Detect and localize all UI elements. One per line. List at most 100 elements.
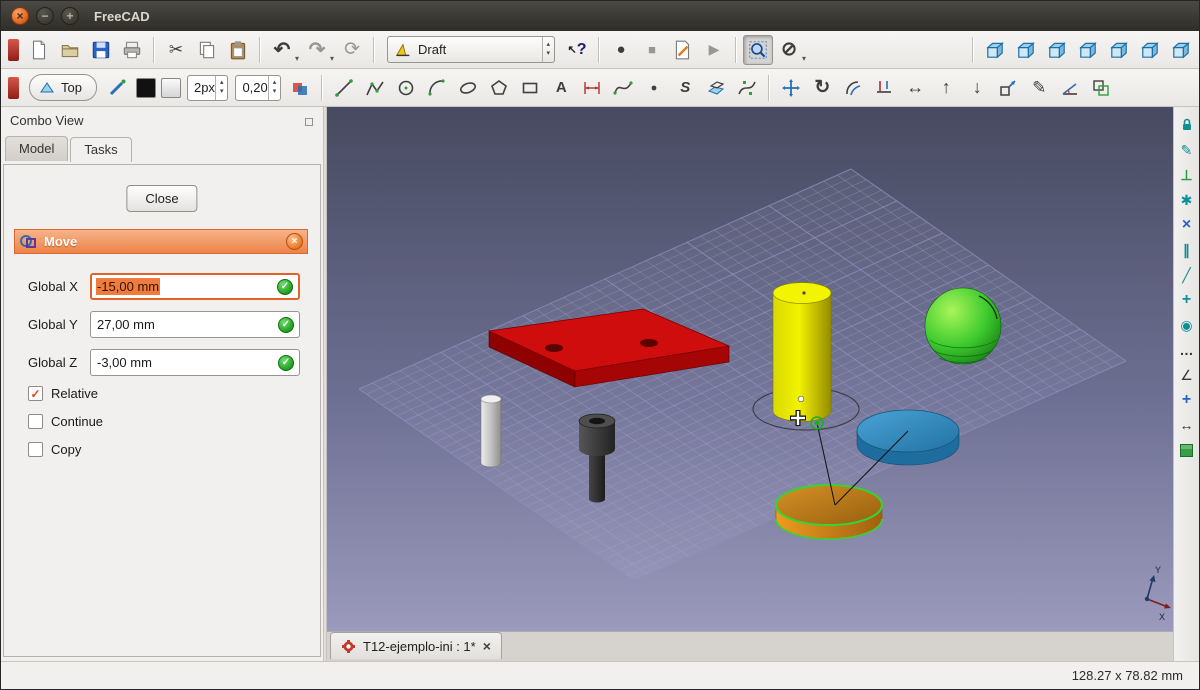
snap-intersection-icon[interactable]: ×	[1177, 215, 1197, 235]
draft-wire-icon[interactable]	[360, 73, 390, 103]
view-front-icon[interactable]	[1011, 35, 1041, 65]
clipping-dropdown-icon[interactable]: ▾	[802, 54, 806, 68]
snap-extension-icon[interactable]: ╱	[1177, 265, 1197, 285]
draft-bspline-icon[interactable]	[608, 73, 638, 103]
toolbar-handle-icon[interactable]	[8, 39, 19, 61]
snap-near-icon[interactable]: …	[1177, 340, 1197, 360]
tab-tasks[interactable]: Tasks	[70, 137, 131, 162]
clipping-plane-icon[interactable]: ⊘	[774, 35, 804, 65]
zoom-border-icon[interactable]	[743, 35, 773, 65]
close-task-button[interactable]: Close	[126, 185, 197, 212]
draft-polygon-icon[interactable]	[484, 73, 514, 103]
window-close-button[interactable]: ×	[11, 7, 29, 25]
line-width-spinbox[interactable]: 2px ▴▾	[187, 75, 228, 101]
snap-parallel-icon[interactable]: ∥	[1177, 240, 1197, 260]
draft-rectangle-icon[interactable]	[515, 73, 545, 103]
document-tab[interactable]: T12-ejemplo-ini : 1* ×	[330, 632, 502, 659]
open-file-icon[interactable]	[55, 35, 85, 65]
draft-clone-icon[interactable]	[1086, 73, 1116, 103]
global-z-input[interactable]: -3,00 mm ✓	[90, 349, 300, 376]
workplane-top-button[interactable]: Top	[29, 74, 97, 101]
draft-downgrade-icon[interactable]: ↓	[962, 73, 992, 103]
scale-spinbox[interactable]: 0,20 ▴▾	[235, 75, 281, 101]
draft-circle-icon[interactable]	[391, 73, 421, 103]
macro-play-icon[interactable]: ▶	[699, 35, 729, 65]
paste-icon[interactable]	[223, 35, 253, 65]
draft-upgrade-icon[interactable]: ↑	[931, 73, 961, 103]
window-maximize-button[interactable]: +	[61, 7, 79, 25]
view-right-icon[interactable]	[1073, 35, 1103, 65]
snap-special-icon[interactable]: ◉	[1177, 315, 1197, 335]
save-icon[interactable]	[86, 35, 116, 65]
tab-model[interactable]: Model	[5, 136, 68, 161]
3d-viewport[interactable]: X Y	[327, 107, 1175, 631]
copy-icon[interactable]	[192, 35, 222, 65]
snap-midpoint-icon[interactable]: +	[1177, 390, 1197, 410]
redo-icon[interactable]: ↷	[302, 35, 332, 65]
draft-line-icon[interactable]	[329, 73, 359, 103]
construction-mode-icon[interactable]	[103, 73, 133, 103]
copy-checkbox[interactable]	[28, 442, 43, 457]
view-top-icon[interactable]	[1042, 35, 1072, 65]
view-bottom-icon[interactable]	[1135, 35, 1165, 65]
print-icon[interactable]	[117, 35, 147, 65]
snap-perpendicular-icon[interactable]: ⊥	[1177, 165, 1197, 185]
orange-disk[interactable]	[776, 485, 882, 539]
whats-this-icon[interactable]: ↖ ?	[562, 35, 592, 65]
draft-offset-icon[interactable]	[838, 73, 868, 103]
relative-checkbox[interactable]: ✓	[28, 386, 43, 401]
snap-grid-icon[interactable]	[1177, 440, 1197, 460]
new-file-icon[interactable]	[24, 35, 54, 65]
macro-edit-icon[interactable]	[668, 35, 698, 65]
refresh-icon[interactable]: ⟳	[337, 35, 367, 65]
draft-arc-icon[interactable]	[422, 73, 452, 103]
line-color-swatch[interactable]	[136, 78, 156, 98]
macro-stop-icon[interactable]: ■	[637, 35, 667, 65]
draft-scale-icon[interactable]	[993, 73, 1023, 103]
undo-dropdown-icon[interactable]: ▾	[295, 54, 299, 68]
snap-endpoint-icon[interactable]: ✎	[1177, 140, 1197, 160]
draft-ellipse-icon[interactable]	[453, 73, 483, 103]
move-close-icon[interactable]: ×	[286, 233, 303, 250]
gray-cylinder[interactable]	[481, 395, 501, 467]
autogroup-icon[interactable]	[285, 73, 315, 103]
window-minimize-button[interactable]: −	[36, 7, 54, 25]
draft-shapestring-icon[interactable]: S	[670, 73, 700, 103]
draft-dimension-icon[interactable]	[577, 73, 607, 103]
green-sphere[interactable]	[925, 288, 1001, 364]
draft-move-icon[interactable]	[776, 73, 806, 103]
tab-close-icon[interactable]: ×	[483, 638, 491, 654]
draft-trimex-icon[interactable]	[869, 73, 899, 103]
draft-slope-icon[interactable]	[1055, 73, 1085, 103]
snap-lock-icon[interactable]	[1177, 115, 1197, 135]
global-x-input[interactable]: -15,00 mm ✓	[90, 273, 300, 300]
statusbar: 128.27 x 78.82 mm	[1, 661, 1199, 689]
view-left-icon[interactable]	[1166, 35, 1196, 65]
cut-icon[interactable]: ✂	[161, 35, 191, 65]
workbench-selector[interactable]: Draft ▴ ▾	[387, 36, 555, 63]
draft-facebinder-icon[interactable]	[701, 73, 731, 103]
snap-angle-icon[interactable]: ∠	[1177, 365, 1197, 385]
draft-stretch-icon[interactable]: ↔	[900, 73, 930, 103]
panel-float-icon[interactable]: ◻	[304, 114, 314, 128]
toolbar-handle-icon[interactable]	[8, 77, 19, 99]
undo-icon[interactable]: ↶	[267, 35, 297, 65]
draft-bezier-icon[interactable]	[732, 73, 762, 103]
blue-disk[interactable]	[857, 410, 959, 465]
draft-rotate-icon[interactable]: ↻	[807, 73, 837, 103]
workbench-spin-arrows[interactable]: ▴ ▾	[542, 37, 555, 62]
move-section-header[interactable]: Move ×	[14, 229, 308, 254]
view-axonometric-icon[interactable]	[980, 35, 1010, 65]
macro-record-icon[interactable]: ●	[606, 35, 636, 65]
view-rear-icon[interactable]	[1104, 35, 1134, 65]
draft-text-icon[interactable]: A	[546, 73, 576, 103]
face-color-swatch[interactable]	[161, 78, 181, 98]
snap-ortho-icon[interactable]: +	[1177, 290, 1197, 310]
global-y-input[interactable]: 27,00 mm ✓	[90, 311, 300, 338]
redo-dropdown-icon[interactable]: ▾	[330, 54, 334, 68]
snap-center-icon[interactable]: ✱	[1177, 190, 1197, 210]
snap-dimensions-icon[interactable]: ↔	[1177, 415, 1197, 435]
draft-edit-icon[interactable]: ✎	[1024, 73, 1054, 103]
continue-checkbox[interactable]	[28, 414, 43, 429]
draft-point-icon[interactable]	[639, 73, 669, 103]
